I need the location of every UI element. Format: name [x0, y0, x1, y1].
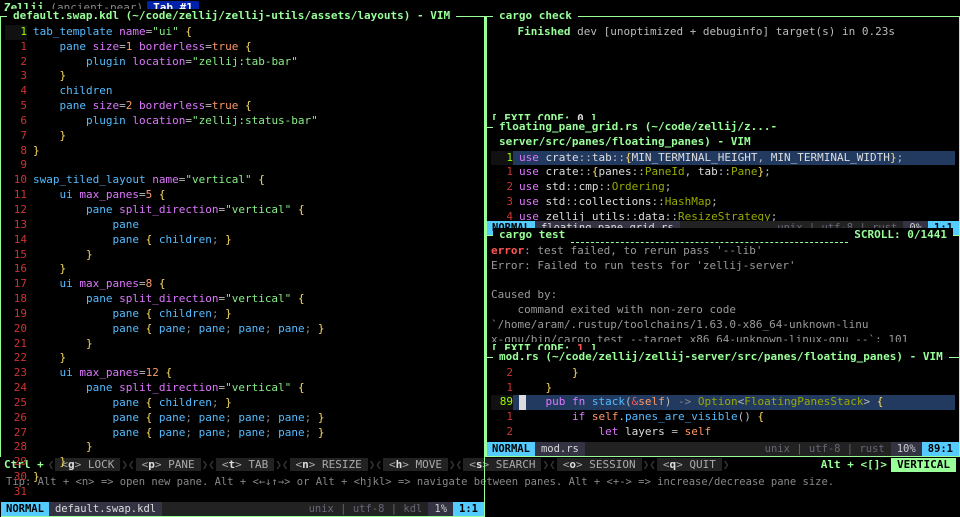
mode-quit[interactable]: <q> QUIT	[657, 458, 722, 471]
scroll-indicator: SCROLL: 0/1441	[854, 228, 947, 243]
editor-body[interactable]: 1tab_template name="ui" {1 pane size=1 b…	[1, 24, 484, 502]
layout-chip[interactable]: VERTICAL	[891, 458, 956, 473]
terminal-output: Finished dev [unoptimized + debuginfo] t…	[487, 24, 959, 112]
pane-title: mod.rs (~/code/zellij/zellij-server/src/…	[493, 350, 949, 365]
vim-status: NORMAL mod.rs unix | utf-8 | rust 10% 89…	[487, 442, 959, 456]
pane-title: default.swap.kdl (~/code/zellij/zellij-u…	[7, 9, 456, 24]
editor-body[interactable]: 2 }1 }89 pub fn stack(&self) -> Option<F…	[487, 365, 959, 442]
pane-mod-rs-editor[interactable]: mod.rs (~/code/zellij/zellij-server/src/…	[486, 357, 960, 457]
pane-cargo-check[interactable]: cargo check Finished dev [unoptimized + …	[486, 16, 960, 127]
pane-left-editor[interactable]: default.swap.kdl (~/code/zellij/zellij-u…	[1, 16, 485, 517]
pane-floating-grid-editor[interactable]: floating_pane_grid.rs (~/code/zellij/z..…	[486, 127, 960, 235]
editor-body[interactable]: 1use crate::tab::{MIN_TERMINAL_HEIGHT, M…	[487, 150, 959, 221]
pane-cargo-test[interactable]: cargo test SCROLL: 0/1441 error: test fa…	[486, 235, 960, 357]
layout-key: Alt + <[]>	[821, 458, 887, 473]
mode-session[interactable]: <o> SESSION	[557, 458, 642, 471]
terminal-output: error: test failed, to rerun pass '--lib…	[487, 243, 959, 342]
vim-status-left: NORMAL default.swap.kdl unix | utf-8 | k…	[1, 502, 484, 516]
pane-title: cargo check	[493, 9, 578, 24]
pane-title: floating_pane_grid.rs (~/code/zellij/z..…	[493, 120, 959, 150]
pane-title-row: cargo test SCROLL: 0/1441	[493, 228, 953, 243]
